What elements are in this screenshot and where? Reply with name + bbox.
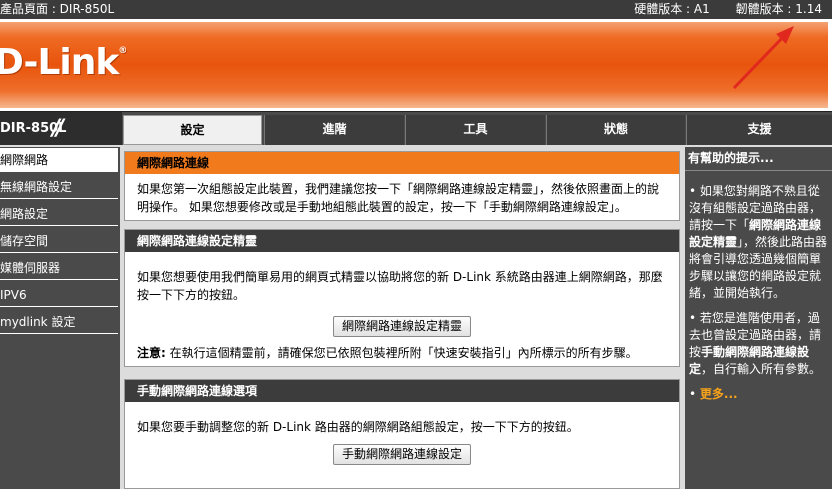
sidebar-item-mydlink[interactable]: mydlink 設定 xyxy=(0,310,118,334)
brand-banner: D-Link® xyxy=(0,22,828,108)
top-navigation: DIR-850L // 設定 進階 工具 狀態 支援 xyxy=(0,111,832,145)
help-tip-manual: • 若您是進階使用者，過去也曾設定過路由器，請按手動網際網路連線設定，自行輸入所… xyxy=(689,311,822,376)
wizard-note: 注意: 在執行這個精靈前，請確保您已依照包裝裡所附「快速安裝指引」內所標示的所有… xyxy=(137,346,638,360)
help-tip-wizard: • 如果您對網路不熟且從沒有組態設定過路由器，請按一下「網際網路連線設定精靈」，… xyxy=(689,184,828,300)
tab-support[interactable]: 支援 xyxy=(686,115,832,145)
panel-title: 網際網路連線設定精靈 xyxy=(125,230,679,252)
sidebar-item-wireless[interactable]: 無線網路設定 xyxy=(0,175,118,199)
sidebar-item-internet[interactable]: 網際網路 xyxy=(0,148,118,172)
hardware-version: 硬體版本 : A1 xyxy=(634,2,710,16)
banner-frame: D-Link® xyxy=(0,19,832,111)
tab-status[interactable]: 狀態 xyxy=(546,115,685,145)
model-label: DIR-850L // xyxy=(0,112,122,145)
tab-tools[interactable]: 工具 xyxy=(405,115,545,145)
top-info-bar: 產品頁面 : DIR-850L 硬體版本 : A1 韌體版本 : 1.14 xyxy=(0,0,832,19)
sidebar: 網際網路 無線網路設定 網路設定 儲存空間 媒體伺服器 IPV6 mydlink… xyxy=(0,147,120,489)
help-title: 有幫助的提示... xyxy=(685,147,832,171)
main-content: 網際網路連線 如果您第一次組態設定此裝置，我們建議您按一下「網際網路連線設定精靈… xyxy=(122,147,682,489)
internet-connection-panel: 網際網路連線 如果您第一次組態設定此裝置，我們建議您按一下「網際網路連線設定精靈… xyxy=(124,151,680,221)
setup-wizard-panel: 網際網路連線設定精靈 如果您想要使用我們簡單易用的網頁式精靈以協助將您的新 D-… xyxy=(124,229,680,367)
sidebar-item-network[interactable]: 網路設定 xyxy=(0,202,118,226)
bullet-icon: • xyxy=(689,311,697,325)
panel-text: 如果您要手動調整您的新 D-Link 路由器的網際網路組態設定，按一下下方的按鈕… xyxy=(137,420,579,434)
bullet-icon: • xyxy=(689,387,697,401)
helpful-hints-panel: 有幫助的提示... • 如果您對網路不熟且從沒有組態設定過路由器，請按一下「網際… xyxy=(685,147,832,489)
manual-setup-button[interactable]: 手動網際網路連線設定 xyxy=(332,444,471,465)
bullet-icon: • xyxy=(689,184,697,198)
tab-advanced[interactable]: 進階 xyxy=(264,115,404,145)
sidebar-item-media-server[interactable]: 媒體伺服器 xyxy=(0,256,118,280)
tab-setup[interactable]: 設定 xyxy=(123,115,262,145)
firmware-version: 韌體版本 : 1.14 xyxy=(735,2,822,16)
sidebar-item-storage[interactable]: 儲存空間 xyxy=(0,229,118,253)
more-link[interactable]: 更多... xyxy=(700,387,738,401)
dlink-logo: D-Link® xyxy=(0,42,127,83)
model-slash-decoration: // xyxy=(52,116,64,141)
product-page-label: 產品頁面 : DIR-850L xyxy=(0,2,115,16)
help-more[interactable]: • 更多... xyxy=(689,386,828,403)
red-arrow-annotation-icon xyxy=(732,26,794,90)
panel-text: 如果您第一次組態設定此裝置，我們建議您按一下「網際網路連線設定精靈」，然後依照畫… xyxy=(137,182,660,214)
panel-text: 如果您想要使用我們簡單易用的網頁式精靈以協助將您的新 D-Link 系統路由器連… xyxy=(137,270,663,302)
connection-wizard-button[interactable]: 網際網路連線設定精靈 xyxy=(332,316,471,337)
manual-setup-panel: 手動網際網路連線選項 如果您要手動調整您的新 D-Link 路由器的網際網路組態… xyxy=(124,379,680,489)
panel-title: 網際網路連線 xyxy=(125,152,679,174)
version-info: 硬體版本 : A1 韌體版本 : 1.14 xyxy=(612,0,822,19)
panel-title: 手動網際網路連線選項 xyxy=(125,380,679,402)
sidebar-item-ipv6[interactable]: IPV6 xyxy=(0,283,118,307)
